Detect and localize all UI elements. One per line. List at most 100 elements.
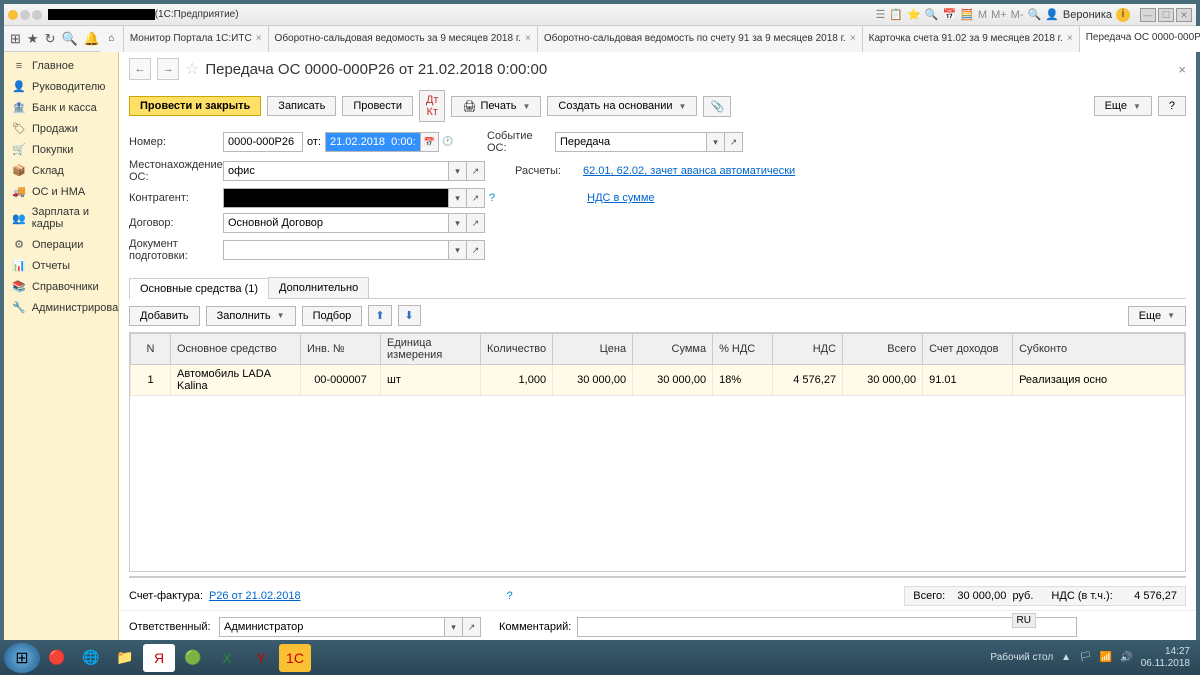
open-icon[interactable]: ↗ [467,188,485,208]
date-input[interactable] [325,132,421,152]
tab[interactable]: Монитор Портала 1С:ИТС× [124,26,269,52]
start-button[interactable]: ⊞ [4,643,40,673]
post-button[interactable]: Провести [342,96,413,116]
open-icon[interactable]: ↗ [467,240,485,260]
history-icon[interactable]: ↻ [45,31,56,47]
sidebar-item-operations[interactable]: ⚙Операции [4,234,118,255]
tool-icon[interactable]: 📅 [943,8,957,21]
subtab-assets[interactable]: Основные средства (1) [129,278,269,299]
bell-icon[interactable]: 🔔 [84,31,100,47]
taskbar-app-opera[interactable]: 🔴 [41,644,73,672]
create-based-button[interactable]: Создать на основании▼ [547,96,697,116]
search-icon[interactable]: 🔍 [61,31,77,47]
open-icon[interactable]: ↗ [467,161,485,181]
info-icon[interactable]: i [1116,8,1130,22]
tab-active[interactable]: Передача ОС 0000-000Р26 от 21.02.2018 0:… [1080,26,1200,52]
help-icon[interactable]: ? [507,590,513,602]
grid[interactable]: N Основное средство Инв. № Единица измер… [129,332,1186,572]
close-icon[interactable]: × [256,33,262,44]
apps-icon[interactable]: ⊞ [10,31,21,47]
h-scrollbar[interactable] [129,576,1186,578]
back-button[interactable]: ← [129,58,151,80]
location-input[interactable] [223,161,449,181]
chevron-down-icon[interactable]: ▾ [707,132,725,152]
taskbar-app-yandex2[interactable]: Y [245,644,277,672]
event-input[interactable] [555,132,707,152]
chevron-down-icon[interactable]: ▾ [449,240,467,260]
open-icon[interactable]: ↗ [467,213,485,233]
search-icon[interactable]: 🔍 [1028,8,1042,21]
network-icon[interactable]: 📶 [1100,652,1112,663]
taskbar-app-ie[interactable]: 🌐 [75,644,107,672]
tool-icon[interactable]: M [978,9,987,21]
table-more-button[interactable]: Еще▼ [1128,306,1186,326]
open-icon[interactable]: ↗ [725,132,743,152]
vat-link[interactable]: НДС в сумме [587,192,654,204]
help-icon[interactable]: ? [489,192,495,204]
prepdoc-input[interactable] [223,240,449,260]
close-icon[interactable]: × [1067,33,1073,44]
sidebar-item-admin[interactable]: 🔧Администрирование [4,297,118,318]
move-up-button[interactable]: ⬆ [368,305,391,326]
tool-icon[interactable]: 📋 [889,8,903,21]
close-icon[interactable]: × [525,33,531,44]
sidebar-item-reports[interactable]: 📊Отчеты [4,255,118,276]
number-input[interactable] [223,132,303,152]
close-icon[interactable]: × [850,33,856,44]
sidebar-item-sales[interactable]: 🏷Продажи [4,118,118,139]
minimize-button[interactable]: — [1140,8,1156,22]
chevron-down-icon[interactable]: ▾ [449,161,467,181]
flag-icon[interactable]: 🏳 [1079,652,1092,663]
taskbar-app-excel[interactable]: X [211,644,243,672]
grid-row[interactable]: 1 Автомобиль LADA Kalina 00-000007 шт 1,… [131,365,1185,396]
fill-button[interactable]: Заполнить▼ [206,306,296,326]
sidebar-item-manager[interactable]: 👤Руководителю [4,76,118,97]
sidebar-item-hr[interactable]: 👥Зарплата и кадры [4,202,118,234]
tool-icon[interactable]: 🧮 [960,8,974,21]
tool-icon[interactable]: M+ [991,9,1007,21]
chevron-down-icon[interactable]: ▾ [449,188,467,208]
tool-icon[interactable]: 🔍 [925,8,939,21]
tab[interactable]: Оборотно-сальдовая ведомость по счету 91… [538,26,863,52]
clock[interactable]: 14:27 06.11.2018 [1141,646,1190,670]
sidebar-item-assets[interactable]: 🚚ОС и НМА [4,181,118,202]
open-icon[interactable]: ↗ [463,617,481,637]
write-button[interactable]: Записать [267,96,336,116]
chevron-down-icon[interactable]: ▾ [449,213,467,233]
print-button[interactable]: 🖨Печать▼ [451,96,541,117]
star-icon[interactable]: ★ [27,31,39,47]
tool-icon[interactable]: ☰ [876,8,886,21]
sidebar-item-bank[interactable]: 🏦Банк и касса [4,97,118,118]
close-button[interactable]: ✕ [1176,8,1192,22]
clock-icon[interactable]: 🕐 [439,132,457,152]
chevron-down-icon[interactable]: ▾ [445,617,463,637]
sidebar-item-purchases[interactable]: 🛒Покупки [4,139,118,160]
sidebar-item-refs[interactable]: 📚Справочники [4,276,118,297]
more-button[interactable]: Еще▼ [1094,96,1152,116]
add-button[interactable]: Добавить [129,306,200,326]
tab-home[interactable]: ⌂ [100,26,124,52]
help-button[interactable]: ? [1158,96,1186,116]
sidebar-item-warehouse[interactable]: 📦Склад [4,160,118,181]
tool-icon[interactable]: ⭐ [907,8,921,21]
pick-button[interactable]: Подбор [302,306,363,326]
taskbar-app-chrome[interactable]: 🟢 [177,644,209,672]
calendar-icon[interactable]: 📅 [421,132,439,152]
tab[interactable]: Оборотно-сальдовая ведомость за 9 месяце… [269,26,538,52]
post-close-button[interactable]: Провести и закрыть [129,96,261,116]
calc-link[interactable]: 62.01, 62.02, зачет аванса автоматически [583,165,795,177]
contract-input[interactable] [223,213,449,233]
attach-button[interactable]: 📎 [703,96,731,117]
counterparty-input[interactable] [223,188,449,208]
close-icon[interactable]: × [1178,62,1186,77]
sidebar-item-main[interactable]: ≡Главное [4,56,118,76]
sound-icon[interactable]: 🔊 [1120,652,1132,663]
tray-icon[interactable]: ▲ [1061,652,1071,663]
move-down-button[interactable]: ⬇ [398,305,421,326]
dt-kt-button[interactable]: ДтКт [419,90,446,122]
subtab-extra[interactable]: Дополнительно [268,277,369,298]
comment-input[interactable] [577,617,1077,637]
forward-button[interactable]: → [157,58,179,80]
tab[interactable]: Карточка счета 91.02 за 9 месяцев 2018 г… [863,26,1080,52]
taskbar-app-1c[interactable]: 1С [279,644,311,672]
